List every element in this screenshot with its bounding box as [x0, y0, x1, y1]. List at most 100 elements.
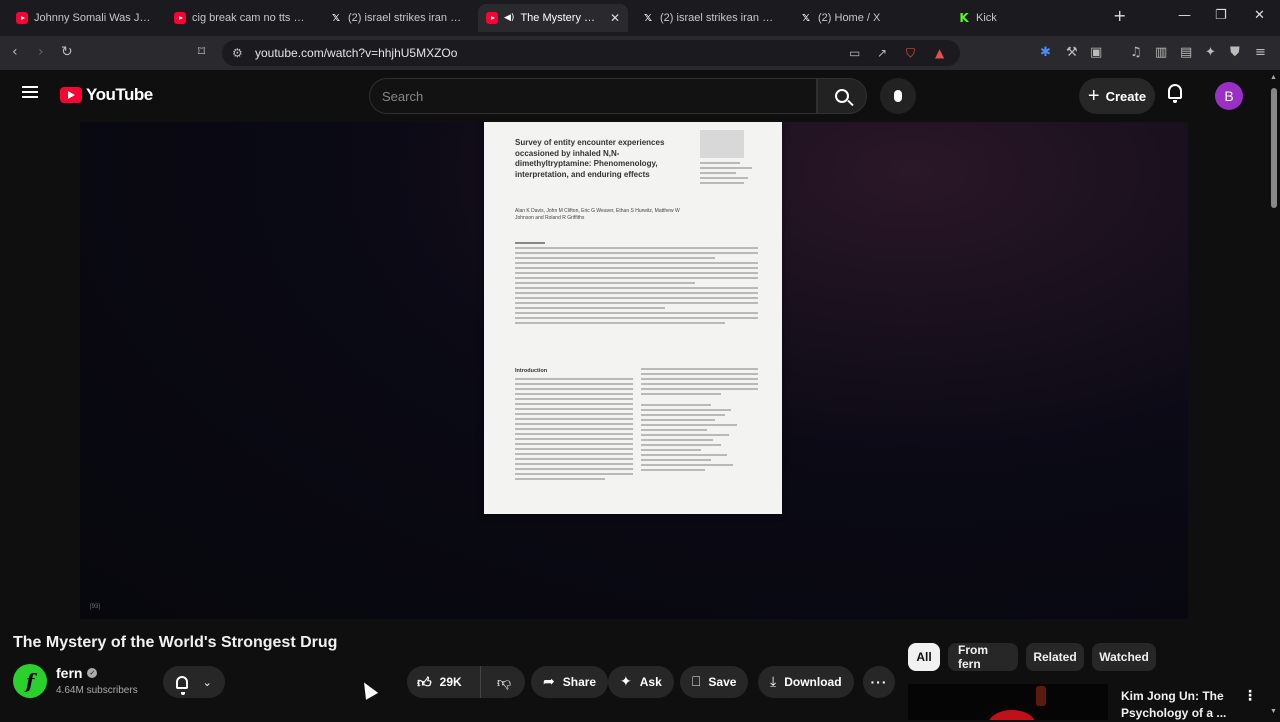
youtube-icon: [174, 12, 186, 24]
like-button[interactable]: 👍︎ 29K: [407, 666, 481, 698]
x-icon: 𝕏: [331, 12, 341, 24]
paper-column-left: [515, 378, 633, 483]
mouse-cursor: [358, 679, 379, 700]
search-icon: [835, 89, 849, 103]
extensions-puzzle-icon[interactable]: ⚒: [1066, 45, 1078, 60]
like-dislike-group: 👍︎ 29K 👎︎: [407, 666, 525, 698]
verified-icon: ✓: [87, 668, 98, 678]
browser-tab[interactable]: 𝕏 (2) israel strikes iran - Sear: [322, 4, 472, 32]
recommendation-title[interactable]: Kim Jong Un: The Psychology of a ...: [1121, 688, 1231, 722]
browser-tab[interactable]: cig break cam no tts - You: [166, 4, 316, 32]
share-button[interactable]: ➦ Share: [531, 666, 609, 698]
download-icon: ⤓: [770, 674, 777, 690]
account-avatar[interactable]: B: [1215, 82, 1243, 110]
browser-tab-active[interactable]: ◀) The Mystery of the ✕: [478, 4, 628, 32]
youtube-icon: [486, 12, 498, 24]
browser-tab[interactable]: Johnny Somali Was Just D: [8, 4, 164, 32]
browser-tab[interactable]: 𝕏 (2) israel strikes iran - Sear: [634, 4, 784, 32]
filter-chip-watched[interactable]: Watched: [1092, 643, 1156, 671]
browser-tab[interactable]: K Kick: [950, 4, 1100, 32]
subscriber-count: 4.64M subscribers: [56, 685, 138, 696]
notifications-button[interactable]: [1168, 84, 1182, 103]
ask-button[interactable]: ✦ Ask: [608, 666, 674, 698]
bookmark-icon: ⎕: [692, 674, 701, 690]
thumbs-up-icon: 👍︎: [417, 674, 432, 691]
menu-icon[interactable]: ≡: [1255, 45, 1266, 60]
tab-title: Johnny Somali Was Just D: [34, 12, 154, 24]
dislike-button[interactable]: 👎︎: [483, 666, 525, 698]
paper-abstract: [515, 242, 758, 327]
url-text[interactable]: youtube.com/watch?v=hhjhU5MXZOo: [255, 46, 457, 60]
forward-icon[interactable]: ›: [38, 44, 44, 60]
wallet-icon[interactable]: ▤: [1180, 45, 1192, 60]
address-bar[interactable]: ⚙ youtube.com/watch?v=hhjhU5MXZOo ▭ ↗ ⛉ …: [222, 40, 960, 66]
brave-rewards-icon[interactable]: ▲: [935, 46, 944, 60]
vpn-icon[interactable]: ⛊: [1230, 45, 1240, 60]
tab-title: (2) Home / X: [818, 12, 881, 24]
x-icon: 𝕏: [801, 12, 811, 24]
recommendation-thumbnail[interactable]: [908, 684, 1108, 720]
leo-ai-icon[interactable]: ✦: [1205, 45, 1216, 60]
site-info-icon[interactable]: ⚙: [232, 46, 243, 60]
browser-tab[interactable]: 𝕏 (2) Home / X: [792, 4, 942, 32]
tab-title: Kick: [976, 12, 997, 24]
chevron-down-icon: ⌄: [202, 675, 212, 689]
scrollbar-thumb[interactable]: [1271, 88, 1277, 208]
paper-authors: Alan K Davis, John M Clifton, Eric G Wea…: [515, 208, 680, 221]
brave-shields-icon[interactable]: ⛉: [906, 46, 915, 61]
cast-icon[interactable]: ▭: [849, 46, 860, 60]
media-icon[interactable]: ♫: [1130, 45, 1142, 60]
reload-icon[interactable]: ↻: [61, 44, 73, 60]
filter-chip-from-fern[interactable]: From fern: [948, 643, 1018, 671]
video-frame-tag: [93]: [90, 604, 101, 610]
search-input[interactable]: [382, 86, 802, 106]
share-page-icon[interactable]: ↗: [877, 46, 887, 60]
screenshot-icon[interactable]: ▣: [1090, 45, 1102, 60]
paper-sidebar: [700, 162, 760, 187]
save-button[interactable]: ⎕ Save: [680, 666, 749, 698]
back-icon[interactable]: ‹: [12, 44, 18, 60]
paper-section-heading: Introduction: [515, 368, 548, 374]
kebab-menu-icon[interactable]: ⋮: [1243, 688, 1257, 704]
new-tab-icon[interactable]: +: [1113, 6, 1126, 25]
video-title: The Mystery of the World's Strongest Dru…: [13, 634, 338, 651]
video-player[interactable]: Survey of entity encounter experiences o…: [80, 122, 1188, 619]
download-button[interactable]: ⤓ Download: [758, 666, 854, 698]
more-actions-button[interactable]: ···: [863, 666, 895, 698]
search-box: [369, 78, 817, 114]
share-icon: ➦: [543, 674, 555, 690]
channel-avatar[interactable]: f: [13, 664, 47, 698]
scroll-up-icon[interactable]: ▲: [1270, 74, 1277, 81]
sidebar-icon[interactable]: ▥: [1155, 45, 1167, 60]
browser-tab-strip: Johnny Somali Was Just D cig break cam n…: [0, 0, 1280, 36]
youtube-icon: [16, 12, 28, 24]
scroll-down-icon[interactable]: ▼: [1270, 708, 1277, 715]
bookmark-icon[interactable]: ⌑: [198, 44, 205, 60]
paper-title: Survey of entity encounter experiences o…: [515, 138, 665, 179]
paper-column-right: [641, 368, 758, 474]
filter-chip-related[interactable]: Related: [1026, 643, 1084, 671]
scrollbar[interactable]: ▲ ▼: [1268, 74, 1280, 720]
hamburger-menu-icon[interactable]: [22, 86, 38, 98]
tab-title: cig break cam no tts - You: [192, 12, 308, 24]
sparkle-icon: ✦: [620, 674, 632, 690]
restore-icon[interactable]: ❐: [1215, 8, 1227, 23]
audio-playing-icon: ◀): [504, 13, 515, 23]
search-button[interactable]: [817, 78, 867, 114]
minimize-icon[interactable]: —: [1178, 8, 1191, 23]
channel-name[interactable]: fern ✓: [56, 665, 98, 681]
thumbs-down-icon: 👎︎: [496, 674, 512, 691]
create-button[interactable]: + Create: [1079, 78, 1155, 114]
close-window-icon[interactable]: ✕: [1254, 8, 1265, 23]
tab-title: (2) israel strikes iran - Sear: [348, 12, 464, 24]
voice-search-button[interactable]: [880, 78, 916, 114]
youtube-play-icon: [60, 87, 82, 103]
extension-icon[interactable]: ✱: [1040, 45, 1051, 60]
tab-title: (2) israel strikes iran - Sear: [660, 12, 776, 24]
youtube-logo[interactable]: YouTube: [60, 85, 153, 105]
bell-icon: [176, 675, 189, 695]
subscribed-notifications-button[interactable]: ⌄: [163, 666, 225, 698]
bell-icon: [1168, 84, 1182, 103]
filter-chip-all[interactable]: All: [908, 643, 940, 671]
close-tab-icon[interactable]: ✕: [610, 11, 620, 25]
